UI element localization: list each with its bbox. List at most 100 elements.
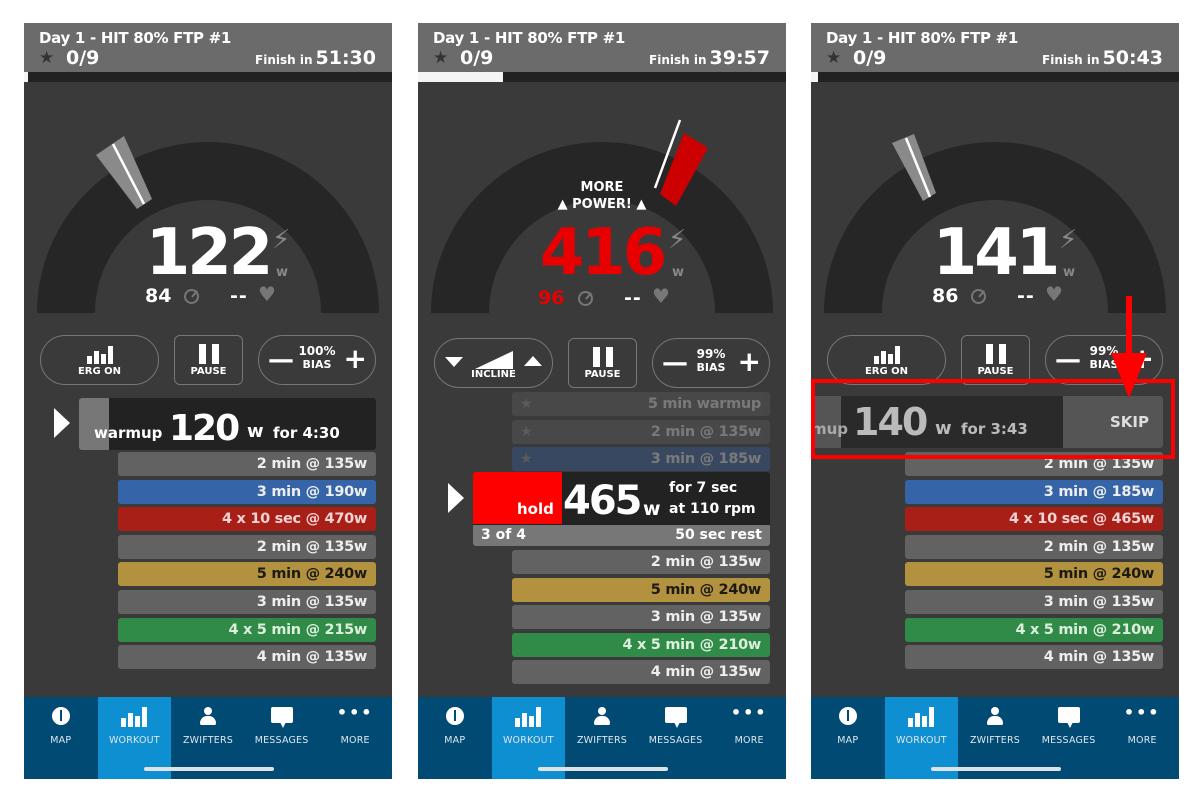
nav-map[interactable]: MAP	[811, 697, 885, 779]
power-readout: 122	[24, 221, 392, 285]
completed-interval-row: ★ 3 min @ 185w	[512, 447, 770, 472]
workout-screen-3: Day 1 - HIT 80% FTP #1 ★ 0/9 Finish in 50…	[811, 23, 1179, 779]
interval-row: 3 min @ 185w	[905, 479, 1163, 504]
cadence-icon	[971, 289, 986, 304]
compass-icon	[51, 707, 70, 725]
star-icon: ★	[520, 423, 533, 440]
message-bubble-icon	[270, 707, 293, 728]
power-value: 122	[145, 216, 274, 290]
power-gauge: MORE ▲ POWER! ▲ 416 ⚡ w 96 -- ♥	[418, 81, 786, 341]
nav-label: WORKOUT	[108, 735, 160, 746]
nav-more[interactable]: ••• MORE	[318, 697, 392, 779]
interval-row: 4 x 5 min @ 210w	[512, 632, 770, 657]
bias-control: — 99% BIAS +	[652, 338, 770, 388]
bias-increase-button[interactable]: +	[738, 348, 761, 376]
erg-label: ERG ON	[77, 366, 122, 377]
current-interval: warmup 120 w for 4:30	[79, 398, 376, 450]
triangle-up-icon: ▲	[631, 197, 647, 212]
star-icon: ★	[520, 396, 533, 412]
annotation-arrow-head-icon	[1111, 353, 1147, 398]
interval-row: 4 x 5 min @ 215w	[118, 617, 376, 642]
alert-line-2-wrap: ▲ POWER! ▲	[418, 196, 786, 213]
interval-name: warmup	[94, 424, 163, 442]
interval-row: 5 min @ 240w	[118, 562, 376, 587]
nav-label: ZWIFTERS	[969, 735, 1020, 746]
finish-time: Finish in 51:30	[255, 47, 376, 69]
compass-icon	[445, 707, 464, 725]
star-icon: ★	[39, 48, 55, 68]
control-bar: INCLINE PAUSE — 99% BIAS +	[434, 338, 770, 390]
nav-map[interactable]: MAP	[418, 697, 492, 779]
alert-line-1: MORE	[580, 180, 624, 195]
heart-icon: ♥	[1045, 282, 1063, 306]
gauge-arc	[37, 136, 379, 314]
more-dots-icon: •••	[336, 703, 374, 722]
interval-list: 2 min @ 135w 3 min @ 185w 4 x 10 sec @ 4…	[905, 452, 1163, 673]
interval-row: 4 min @ 135w	[905, 645, 1163, 670]
incline-decrease-button[interactable]	[445, 357, 463, 367]
rep-count: 3 of 4	[481, 527, 526, 543]
interval-row: 4 x 5 min @ 210w	[905, 617, 1163, 642]
home-indicator[interactable]	[144, 767, 274, 771]
workout-header: Day 1 - HIT 80% FTP #1 ★ 0/9 Finish in 51…	[24, 23, 392, 72]
bottom-nav: MAP WORKOUT ZWIFTERS MESSAGES ••• MORE	[811, 697, 1179, 779]
workout-header: Day 1 - HIT 80% FTP #1 ★ 0/9 Finish in 50…	[811, 23, 1179, 72]
star-count: 0/9	[66, 47, 100, 69]
interval-unit: w	[643, 498, 661, 520]
rest-duration: 50 sec rest	[675, 527, 762, 543]
nav-label: MAP	[444, 735, 466, 746]
interval-row: 4 min @ 135w	[512, 660, 770, 685]
pause-label: PAUSE	[190, 366, 227, 377]
star-icon: ★	[433, 48, 449, 68]
erg-bars-icon	[86, 346, 113, 364]
power-gauge: 141 ⚡ w 86 -- ♥	[811, 81, 1179, 341]
home-indicator[interactable]	[538, 767, 668, 771]
finish-countdown: 39:57	[709, 47, 770, 69]
erg-toggle-button[interactable]: ERG ON	[827, 335, 946, 385]
pause-button[interactable]: PAUSE	[568, 338, 637, 388]
power-unit: w	[672, 265, 685, 280]
lightning-bolt-icon: ⚡	[1059, 225, 1078, 255]
star-count: 0/9	[853, 47, 887, 69]
erg-label: ERG ON	[864, 366, 909, 377]
pause-label: PAUSE	[584, 369, 621, 380]
person-icon	[986, 707, 1003, 725]
nav-label: ZWIFTERS	[576, 735, 627, 746]
interval-rep-bar: 3 of 4 50 sec rest	[473, 525, 770, 546]
duration-line-2: at 110 rpm	[669, 501, 756, 517]
more-power-alert: MORE ▲ POWER! ▲	[418, 179, 786, 213]
workout-bars-icon	[121, 707, 148, 727]
duration-line-1: for 7 sec	[669, 480, 738, 496]
more-dots-icon: •••	[1123, 703, 1161, 722]
finish-countdown: 50:43	[1102, 47, 1163, 69]
incline-increase-button[interactable]	[524, 356, 542, 366]
nav-more[interactable]: ••• MORE	[1105, 697, 1179, 779]
incline-label: INCLINE	[471, 369, 516, 380]
incline-control: INCLINE	[434, 338, 553, 388]
lightning-bolt-icon: ⚡	[668, 225, 687, 255]
heart-icon: ♥	[258, 282, 276, 306]
bottom-nav: MAP WORKOUT ZWIFTERS MESSAGES ••• MORE	[24, 697, 392, 779]
power-value: 141	[932, 216, 1061, 290]
nav-label: MAP	[837, 735, 859, 746]
nav-map[interactable]: MAP	[24, 697, 98, 779]
home-indicator[interactable]	[931, 767, 1061, 771]
workout-title: Day 1 - HIT 80% FTP #1	[39, 29, 232, 47]
power-gauge: 122 ⚡ w 84 -- ♥	[24, 81, 392, 341]
interval-label: 3 min @ 185w	[650, 451, 762, 468]
cadence-icon	[184, 289, 199, 304]
pause-button[interactable]: PAUSE	[961, 335, 1030, 385]
nav-label: MESSAGES	[1041, 735, 1096, 746]
interval-row: 3 min @ 135w	[905, 589, 1163, 614]
nav-more[interactable]: ••• MORE	[712, 697, 786, 779]
current-interval: hold 465 w for 7 sec at 110 rpm 3 of 4 50…	[473, 472, 770, 546]
gauge-arc	[824, 134, 1166, 314]
erg-toggle-button[interactable]: ERG ON	[40, 335, 159, 385]
heart-rate-value: --	[624, 287, 642, 309]
bias-increase-button[interactable]: +	[344, 345, 367, 373]
interval-row: 2 min @ 135w	[118, 534, 376, 559]
interval-row: 2 min @ 135w	[512, 550, 770, 574]
annotation-arrow-icon	[1126, 296, 1132, 356]
pause-button[interactable]: PAUSE	[174, 335, 243, 385]
workout-header: Day 1 - HIT 80% FTP #1 ★ 0/9 Finish in 39…	[418, 23, 786, 72]
